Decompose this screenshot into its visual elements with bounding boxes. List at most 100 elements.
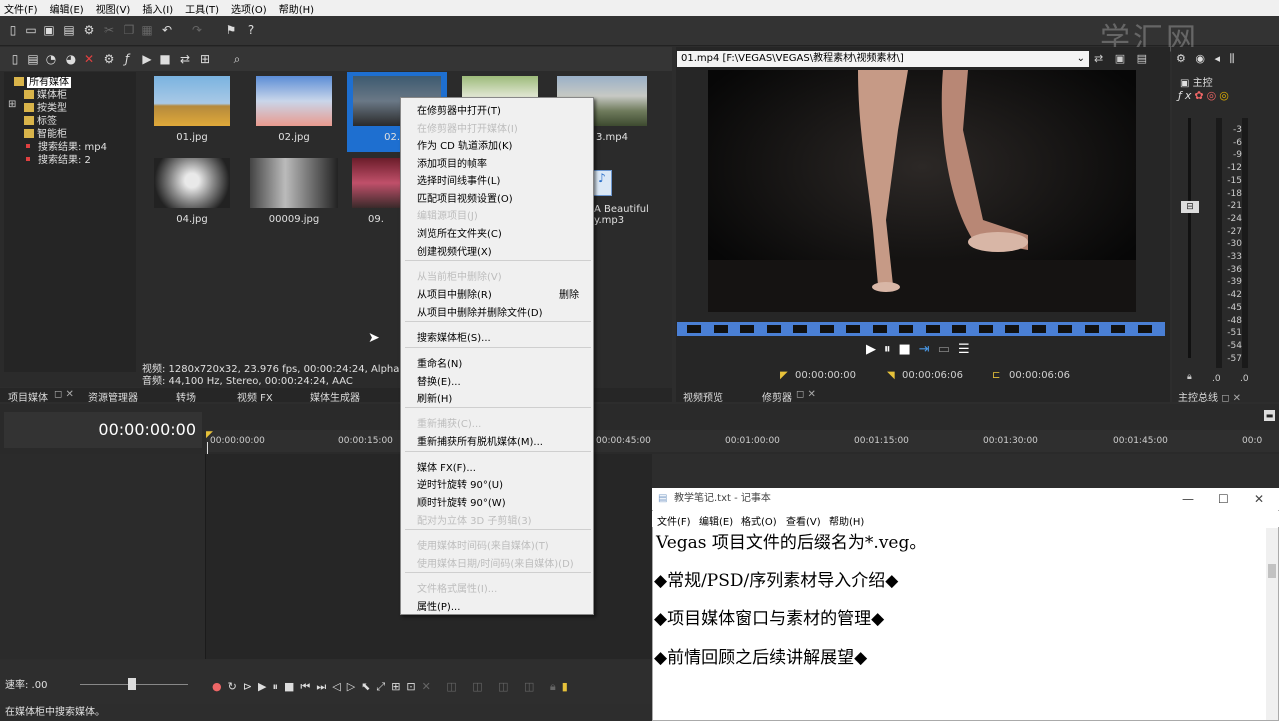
context-menu-item[interactable]: 重新捕获所有脱机媒体(M)... [417,433,543,448]
stop-icon[interactable]: ■ [899,342,919,357]
master-checkbox-icon[interactable]: ▣ [1180,78,1189,89]
play-preview-icon[interactable]: ▶ [140,52,154,66]
fx-icon[interactable]: ƒx [1178,89,1194,102]
media-item-09-jpg[interactable]: 09. [352,158,400,225]
context-menu-item[interactable]: 逆时针旋转 90°(U) [417,476,503,491]
add-to-timeline-icon[interactable]: ⇥ [919,342,938,357]
context-menu-item[interactable]: 从项目中删除(R) [417,286,492,301]
tab-trimmer[interactable]: 修剪器 [762,389,792,404]
menu-insert[interactable]: 插入(I) [142,1,173,16]
media-item-04-jpg[interactable]: 04.jpg [152,158,232,225]
save-icon[interactable]: ▣ [42,23,56,37]
tab-media-generators[interactable]: 媒体生成器 [310,389,360,404]
open-icon[interactable]: ▭ [24,23,38,37]
media-properties-icon[interactable]: ⚙ [102,52,116,66]
notepad-menu-view[interactable]: 查看(V) [786,513,821,528]
media-fx-icon[interactable]: ƒ [120,52,134,66]
go-to-end-icon[interactable]: ⏭ [316,680,332,693]
play-icon[interactable]: ▶ [866,342,884,357]
media-item-01-jpg[interactable]: 01.jpg [152,76,232,143]
play-from-start-icon[interactable]: ⊳ [243,680,258,693]
context-menu-item[interactable]: 搜索媒体柜(S)... [417,329,491,344]
menu-icon[interactable]: ☰ [958,342,978,357]
notepad-text-area[interactable]: Vegas 项目文件的后缀名为*.veg。 ◆常规/PSD/序列素材导入介绍◆ … [654,528,1264,720]
zoom-tool-icon[interactable]: ⊡ [406,680,421,693]
context-menu-item[interactable]: 添加项目的帧率 [417,155,487,170]
maximize-icon[interactable]: ☐ [1218,488,1229,510]
auto-preview-icon[interactable]: ⇄ [178,52,192,66]
tab-transitions[interactable]: 转场 [176,389,196,404]
menu-edit[interactable]: 编辑(E) [50,1,84,16]
master-fx-icons[interactable]: ƒx✿◎◎ [1178,89,1232,102]
marker-bar-toggle-icon[interactable]: ▬ [1264,410,1275,421]
context-menu-item[interactable]: 顺时针旋转 90°(W) [417,494,506,509]
redo-icon[interactable]: ↷ [190,23,204,37]
context-menu-item[interactable]: 浏览所在文件夹(C) [417,225,502,240]
notepad-menu-edit[interactable]: 编辑(E) [699,513,733,528]
menu-view[interactable]: 视图(V) [96,1,131,16]
scroll-thumb[interactable] [1268,564,1276,578]
media-item-00009-jpg[interactable]: 00009.jpg [248,158,340,225]
rate-slider-handle[interactable] [128,678,136,690]
transport-controls[interactable]: ●↻⊳▶⏸■⏮⏭◁▷⬉⤢⊞⊡✕ ◫ ◫ ◫ ◫ 🔒︎▮ [212,680,574,694]
close-icon[interactable]: ✕ [1254,488,1264,510]
search-icon[interactable]: ⌕ [230,52,244,66]
notepad-menu-format[interactable]: 格式(O) [741,513,777,528]
menu-file[interactable]: 文件(F) [4,1,38,16]
menu-options[interactable]: 选项(O) [231,1,267,16]
capture-icon[interactable]: ▤ [26,52,40,66]
tab-project-media[interactable]: 项目媒体 [8,389,48,404]
cut-icon[interactable]: ✂ [102,23,116,37]
context-menu-item[interactable]: 创建视频代理(X) [417,243,492,258]
undo-icon[interactable]: ↶ [160,23,174,37]
trimmer-transport-controls[interactable]: ▶⏸■⇥▭☰ [866,342,978,357]
remove-unused-icon[interactable]: ◕ [64,52,78,66]
tree-item-search-2[interactable]: 搜索结果: 2 [26,151,91,166]
tab-video-preview[interactable]: 视频预览 [683,389,723,404]
tab-close-icon[interactable]: ◻ ✕ [796,389,816,400]
tab-video-fx[interactable]: 视频 FX [237,389,273,404]
master-fader-handle[interactable]: ⊟ [1181,201,1199,213]
context-menu-item[interactable]: 选择时间线事件(L) [417,172,500,187]
play-icon[interactable]: ▶ [258,680,272,693]
pause-icon[interactable]: ⏸ [884,342,899,357]
next-frame-icon[interactable]: ▷ [347,680,361,693]
context-menu-item[interactable]: 替换(E)... [417,373,461,388]
stop-preview-icon[interactable]: ■ [158,52,172,66]
tab-close-icon[interactable]: ◻ ✕ [54,389,74,400]
lock-icon[interactable]: 🔒︎ [1187,372,1192,382]
master-toolbar-icons[interactable]: ⚙ ◉ ◂ ⫼ [1176,52,1238,66]
loop-icon[interactable]: ▭ [938,342,958,357]
render-icon[interactable]: ▤ [62,23,76,37]
trimmer-filmstrip[interactable] [677,322,1165,336]
get-media-icon[interactable]: ◔ [44,52,58,66]
stop-icon[interactable]: ■ [284,680,300,693]
context-menu-item[interactable]: 重命名(N) [417,355,462,370]
copy-icon[interactable]: ❐ [122,23,136,37]
enable-snapping-icon[interactable]: ⚑ [224,23,238,37]
paste-icon[interactable]: ▦ [140,23,154,37]
expand-toggle-icon[interactable]: ⊞ [8,99,16,110]
tab-explorer[interactable]: 资源管理器 [88,389,138,404]
context-menu-item[interactable]: 属性(P)... [417,598,460,613]
import-media-icon[interactable]: ▯ [8,52,22,66]
go-to-start-icon[interactable]: ⏮ [300,680,316,693]
fx-chain-icon[interactable]: ✿ [1194,89,1206,102]
notepad-scrollbar[interactable] [1266,528,1278,720]
prev-frame-icon[interactable]: ◁ [332,680,346,693]
mute-icon[interactable]: ◎ [1207,89,1220,102]
pause-icon[interactable]: ⏸ [273,680,285,693]
context-menu-item[interactable]: 刷新(H) [417,390,452,405]
views-icon[interactable]: ⊞ [198,52,212,66]
menu-help[interactable]: 帮助(H) [279,1,314,16]
solo-icon[interactable]: ◎ [1219,89,1232,102]
properties-gear-icon[interactable]: ⚙ [82,23,96,37]
notepad-menu-help[interactable]: 帮助(H) [829,513,864,528]
context-menu-item[interactable]: 在修剪器中打开(T) [417,102,501,117]
media-item-02-jpg[interactable]: 02.jpg [254,76,334,143]
tab-master-bus[interactable]: 主控总线 ◻ ✕ [1178,389,1241,404]
context-menu-item[interactable]: 从项目中删除并删除文件(D) [417,304,543,319]
envelope-tool-icon[interactable]: ⤢ [376,680,391,693]
marker-icon[interactable]: ▮ [562,680,574,693]
record-icon[interactable]: ● [212,680,228,693]
